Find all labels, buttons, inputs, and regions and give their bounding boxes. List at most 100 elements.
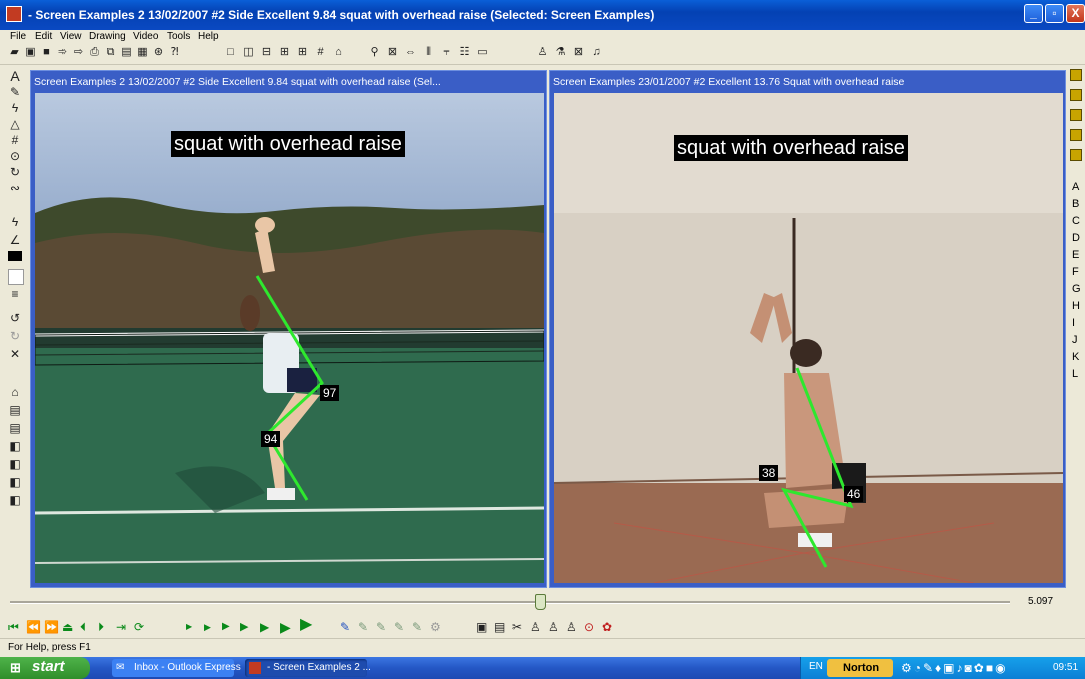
play-fast-icon[interactable]: ▶: [280, 620, 291, 634]
video-frame-right[interactable]: [554, 93, 1063, 583]
graph-icon[interactable]: ⫧: [440, 46, 453, 59]
angle-measure-icon[interactable]: ∠: [8, 233, 22, 247]
help-pointer-icon[interactable]: ⁈: [168, 46, 181, 59]
language-indicator[interactable]: EN: [809, 661, 823, 672]
undo-icon[interactable]: ↺: [8, 311, 22, 325]
menu-tools[interactable]: Tools: [167, 30, 190, 44]
play-icon[interactable]: ▶: [240, 620, 248, 634]
draw-tool-icon[interactable]: ✎: [376, 620, 386, 634]
loop-icon[interactable]: ⟳: [134, 620, 144, 634]
curve-tool-icon[interactable]: ∾: [8, 181, 22, 195]
zoom-icon[interactable]: ⚲: [368, 46, 381, 59]
export-arrow-icon[interactable]: ➾: [56, 46, 69, 59]
black-fill-icon[interactable]: [8, 251, 22, 261]
clipboard-icon[interactable]: [1070, 69, 1082, 81]
first-frame-icon[interactable]: ⏮: [8, 620, 19, 634]
marker-a[interactable]: A: [1072, 181, 1079, 194]
columns-icon[interactable]: ⫴: [422, 46, 435, 59]
calc-icon[interactable]: ▤: [8, 403, 22, 417]
image-icon[interactable]: ⊠: [572, 46, 585, 59]
marker-f[interactable]: F: [1072, 266, 1079, 279]
record-icon[interactable]: ⊙: [584, 620, 594, 634]
timeline-track[interactable]: [10, 601, 1010, 604]
clipboard-icon[interactable]: [1070, 89, 1082, 101]
close-button[interactable]: X: [1066, 4, 1085, 23]
marker-h[interactable]: H: [1072, 300, 1080, 313]
redo-icon[interactable]: ↻: [8, 329, 22, 343]
scissors-icon[interactable]: ✂: [512, 620, 522, 634]
menu-edit[interactable]: Edit: [35, 30, 52, 44]
video-panel-right[interactable]: Screen Examples 23/01/2007 #2 Excellent …: [549, 70, 1066, 588]
print-icon[interactable]: ⎙: [88, 46, 101, 59]
layout-four-icon[interactable]: ⊞: [296, 46, 309, 59]
copy-icon[interactable]: ⧉: [104, 46, 117, 59]
line-grid-tool-icon[interactable]: ϟ: [8, 215, 22, 229]
marker-j[interactable]: J: [1072, 334, 1078, 347]
play-fast-icon[interactable]: ▶: [260, 620, 269, 634]
video-frame-left[interactable]: [35, 93, 544, 583]
swap-icon[interactable]: ⇔: [404, 46, 417, 59]
start-button[interactable]: ⊞ start: [0, 657, 90, 679]
play-slow-icon[interactable]: ▶: [186, 620, 192, 634]
clipboard-icon[interactable]: [1070, 109, 1082, 121]
menu-view[interactable]: View: [60, 30, 82, 44]
layer-icon[interactable]: ◧: [8, 439, 22, 453]
pencil-tool-icon[interactable]: ✎: [8, 85, 22, 99]
import-arrow-icon[interactable]: ⇨: [72, 46, 85, 59]
grid-tool-icon[interactable]: #: [8, 133, 22, 147]
chart-icon[interactable]: ☷: [458, 46, 471, 59]
lock-icon[interactable]: ⏏: [62, 620, 73, 634]
layout-grid-icon[interactable]: #: [314, 46, 327, 59]
person-icon[interactable]: ♙: [548, 620, 559, 634]
menu-drawing[interactable]: Drawing: [89, 30, 126, 44]
marker-g[interactable]: G: [1072, 283, 1081, 296]
draw-tool-icon[interactable]: ✎: [412, 620, 422, 634]
layout-three-icon[interactable]: ⊞: [278, 46, 291, 59]
fit-icon[interactable]: ⊠: [386, 46, 399, 59]
taskbar-item-screen-examples[interactable]: - Screen Examples 2 ...: [245, 659, 371, 677]
play-slow-icon[interactable]: ▶: [204, 620, 211, 634]
calc2-icon[interactable]: ▤: [8, 421, 22, 435]
polyline-tool-icon[interactable]: ϟ: [8, 101, 22, 115]
folder-icon[interactable]: ▣: [24, 46, 37, 59]
camera-icon[interactable]: ▣: [476, 620, 487, 634]
marker-d[interactable]: D: [1072, 232, 1080, 245]
marker-k[interactable]: K: [1072, 351, 1079, 364]
save-icon[interactable]: ■: [40, 46, 53, 59]
line-width-icon[interactable]: ≡: [8, 287, 22, 301]
draw-tool-icon[interactable]: ✎: [358, 620, 368, 634]
minimize-button[interactable]: _: [1024, 4, 1043, 23]
window-icon[interactable]: ▭: [476, 46, 489, 59]
draw-tool-icon[interactable]: ✎: [340, 620, 350, 634]
delete-icon[interactable]: ✕: [8, 347, 22, 361]
angle-tool-icon[interactable]: △: [8, 117, 22, 131]
play-icon[interactable]: ▶: [222, 620, 230, 634]
marker-l[interactable]: L: [1072, 368, 1078, 381]
capture-icon[interactable]: ▤: [494, 620, 505, 634]
bank-icon[interactable]: ⌂: [8, 385, 22, 399]
white-fill-icon[interactable]: [8, 269, 24, 285]
play-fastest-icon[interactable]: ▶: [300, 617, 312, 633]
marker-b[interactable]: B: [1072, 198, 1079, 211]
clipboard-icon[interactable]: [1070, 149, 1082, 161]
menu-help[interactable]: Help: [198, 30, 219, 44]
open-folder-icon[interactable]: ▰: [8, 46, 21, 59]
menu-file[interactable]: File: [10, 30, 26, 44]
color-icon[interactable]: ✿: [602, 620, 612, 634]
next-frame-icon[interactable]: ⏵: [98, 620, 104, 634]
person-icon[interactable]: ♙: [530, 620, 541, 634]
draw-tool-icon[interactable]: ✎: [394, 620, 404, 634]
layout-single-icon[interactable]: □: [224, 46, 237, 59]
layout-two-vertical-icon[interactable]: ◫: [242, 46, 255, 59]
video-panel-left[interactable]: Screen Examples 2 13/02/2007 #2 Side Exc…: [30, 70, 547, 588]
person-icon[interactable]: ♙: [536, 46, 549, 59]
rewind-icon[interactable]: ⏪: [26, 620, 41, 634]
music-icon[interactable]: ♫: [590, 46, 603, 59]
monitor-icon[interactable]: ⌂: [332, 46, 345, 59]
circle-tool-icon[interactable]: ⊙: [8, 149, 22, 163]
clipboard-icon[interactable]: [1070, 129, 1082, 141]
globe-icon[interactable]: ⊛: [152, 46, 165, 59]
tray-icons[interactable]: ⚙◔✎♦▣♪◙✿■◉: [901, 661, 1008, 675]
app-icon[interactable]: [6, 6, 22, 22]
marker-i[interactable]: I: [1072, 317, 1075, 330]
